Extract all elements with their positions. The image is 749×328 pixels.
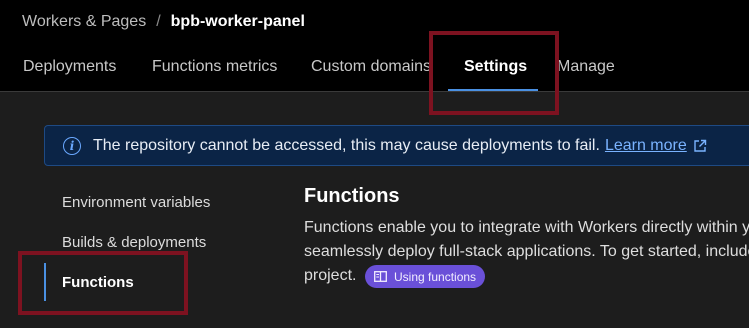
active-tab-indicator — [448, 89, 538, 91]
tab-deployments[interactable]: Deployments — [23, 58, 116, 76]
using-functions-button[interactable]: Using functions — [365, 265, 486, 288]
book-icon — [374, 271, 387, 282]
info-icon: i — [63, 136, 81, 155]
sidebar-item-environment-variables[interactable]: Environment variables — [62, 194, 210, 211]
sidebar-item-functions[interactable]: Functions — [62, 274, 134, 291]
tab-manage[interactable]: Manage — [557, 58, 615, 76]
breadcrumb: Workers & Pages / bpb-worker-panel — [22, 13, 305, 31]
breadcrumb-current: bpb-worker-panel — [170, 13, 305, 30]
top-header: Workers & Pages / bpb-worker-panel Deplo… — [0, 0, 749, 92]
breadcrumb-separator: / — [156, 13, 161, 30]
description-line-3: project. — [304, 267, 357, 284]
description-line-1: Functions enable you to integrate with W… — [304, 219, 749, 236]
tab-functions-metrics[interactable]: Functions metrics — [152, 58, 277, 76]
description-line-2: seamlessly deploy full-stack application… — [304, 243, 749, 260]
banner-message: The repository cannot be accessed, this … — [93, 136, 600, 154]
tab-bar: Deployments Functions metrics Custom dom… — [0, 56, 749, 92]
sidebar-active-indicator — [44, 263, 46, 301]
tab-custom-domains[interactable]: Custom domains — [311, 58, 431, 76]
tab-settings[interactable]: Settings — [464, 58, 527, 76]
external-link-icon[interactable] — [693, 139, 707, 153]
breadcrumb-parent-link[interactable]: Workers & Pages — [22, 13, 146, 31]
repository-warning-banner: i The repository cannot be accessed, thi… — [44, 125, 749, 166]
section-title: Functions — [304, 185, 400, 207]
sidebar-item-builds-deployments[interactable]: Builds & deployments — [62, 234, 206, 251]
learn-more-link[interactable]: Learn more — [605, 137, 687, 155]
using-functions-label: Using functions — [394, 269, 477, 284]
